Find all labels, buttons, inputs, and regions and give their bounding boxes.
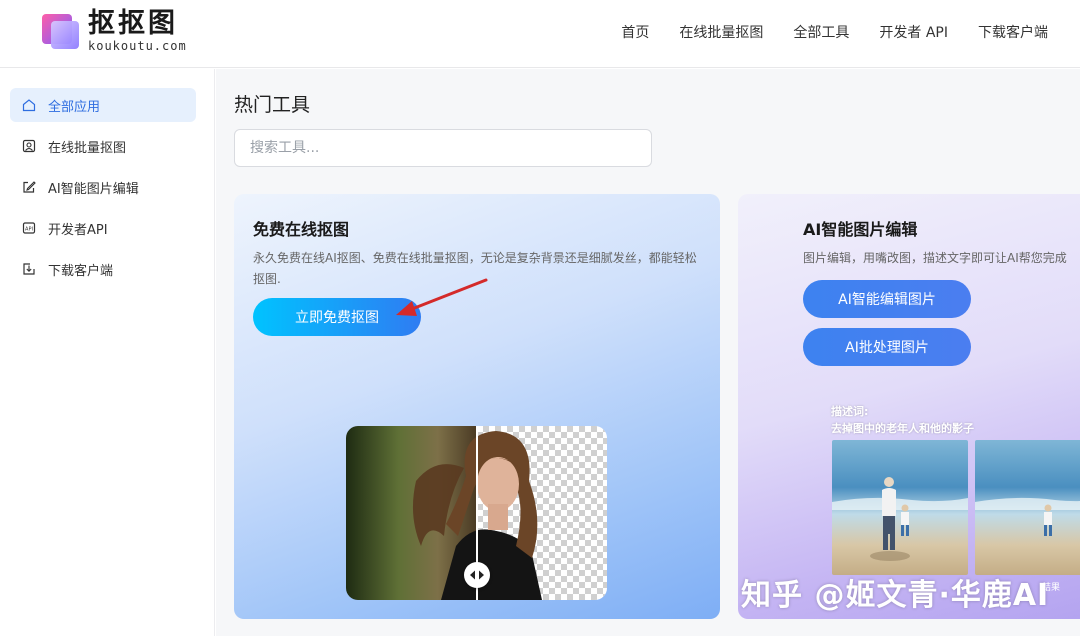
sample-after-image [975, 440, 1080, 575]
brand-domain: koukoutu.com [88, 39, 187, 53]
card-description: 永久免费在线AI抠图、免费在线批量抠图，无论是复杂背景还是细腻发丝，都能轻松抠图… [253, 251, 697, 286]
ai-batch-process-button[interactable]: AI批处理图片 [803, 328, 971, 366]
drag-arrows-icon [470, 570, 484, 580]
brand-name: 抠抠图 [88, 8, 178, 39]
result-tag: 结果 [1042, 583, 1061, 593]
portrait-icon [22, 139, 36, 153]
nav-batch-cutout[interactable]: 在线批量抠图 [679, 22, 763, 42]
sidebar-item-download-client[interactable]: 下载客户端 [10, 252, 196, 286]
sidebar-item-label: 开发者API [48, 222, 108, 238]
nav-developer-api[interactable]: 开发者 API [879, 22, 948, 42]
brand-logo[interactable]: 抠抠图 koukoutu.com [42, 10, 187, 52]
sample-before-image [832, 440, 968, 575]
watermark: 知乎 @姬文青·华鹿AI [741, 578, 1050, 613]
svg-text:API: API [25, 226, 33, 232]
free-cutout-button[interactable]: 立即免费抠图 [253, 298, 421, 336]
compare-slider-handle[interactable] [464, 562, 490, 588]
sidebar-item-label: 在线批量抠图 [48, 140, 127, 156]
edit-icon [22, 180, 36, 194]
sidebar-item-ai-edit[interactable]: AI智能图片编辑 [10, 170, 196, 204]
main-content: 热门工具 免费在线抠图 永久免费在线AI抠图、免费在线批量抠图，无论是复杂背景还… [216, 69, 1080, 636]
card-title: 免费在线抠图 [253, 220, 350, 239]
sidebar-item-all-apps[interactable]: 全部应用 [10, 88, 196, 122]
ai-edit-image-button[interactable]: AI智能编辑图片 [803, 280, 971, 318]
api-icon: API [22, 221, 36, 235]
card-title: AI智能图片编辑 [803, 220, 918, 239]
before-after-comparison[interactable] [346, 426, 607, 600]
download-icon [22, 262, 36, 276]
sidebar-item-batch-cutout[interactable]: 在线批量抠图 [10, 129, 196, 163]
top-header: 抠抠图 koukoutu.com 首页 在线批量抠图 全部工具 开发者 API … [0, 0, 1080, 68]
nav-all-tools[interactable]: 全部工具 [793, 22, 849, 42]
sidebar-item-label: AI智能图片编辑 [48, 181, 139, 197]
sample-prompt-text: 去掉图中的老年人和他的影子 [831, 422, 974, 435]
logo-mark-icon [42, 12, 80, 50]
home-icon [22, 98, 36, 112]
sidebar-item-developer-api[interactable]: API 开发者API [10, 211, 196, 245]
nav-download-client[interactable]: 下载客户端 [978, 22, 1048, 42]
top-nav: 首页 在线批量抠图 全部工具 开发者 API 下载客户端 [621, 22, 1048, 42]
sample-prompt: 描述词: 去掉图中的老年人和他的影子 [831, 403, 974, 437]
sample-prompt-label: 描述词: [831, 405, 869, 418]
search-input[interactable] [234, 129, 652, 167]
tool-card-ai-edit[interactable]: AI智能图片编辑 图片编辑，用嘴改图，描述文字即可让AI帮您完成 AI智能编辑图… [738, 194, 1080, 619]
nav-home[interactable]: 首页 [621, 22, 649, 42]
card-description: 图片编辑，用嘴改图，描述文字即可让AI帮您完成 [803, 251, 1067, 265]
sidebar-item-label: 下载客户端 [48, 263, 114, 279]
sidebar-item-label: 全部应用 [48, 99, 101, 115]
tool-card-free-cutout[interactable]: 免费在线抠图 永久免费在线AI抠图、免费在线批量抠图，无论是复杂背景还是细腻发丝… [234, 194, 720, 619]
page-title: 热门工具 [234, 94, 311, 116]
sidebar: 全部应用 在线批量抠图 AI智能图片编辑 API 开发者API 下载客户端 [0, 69, 215, 636]
